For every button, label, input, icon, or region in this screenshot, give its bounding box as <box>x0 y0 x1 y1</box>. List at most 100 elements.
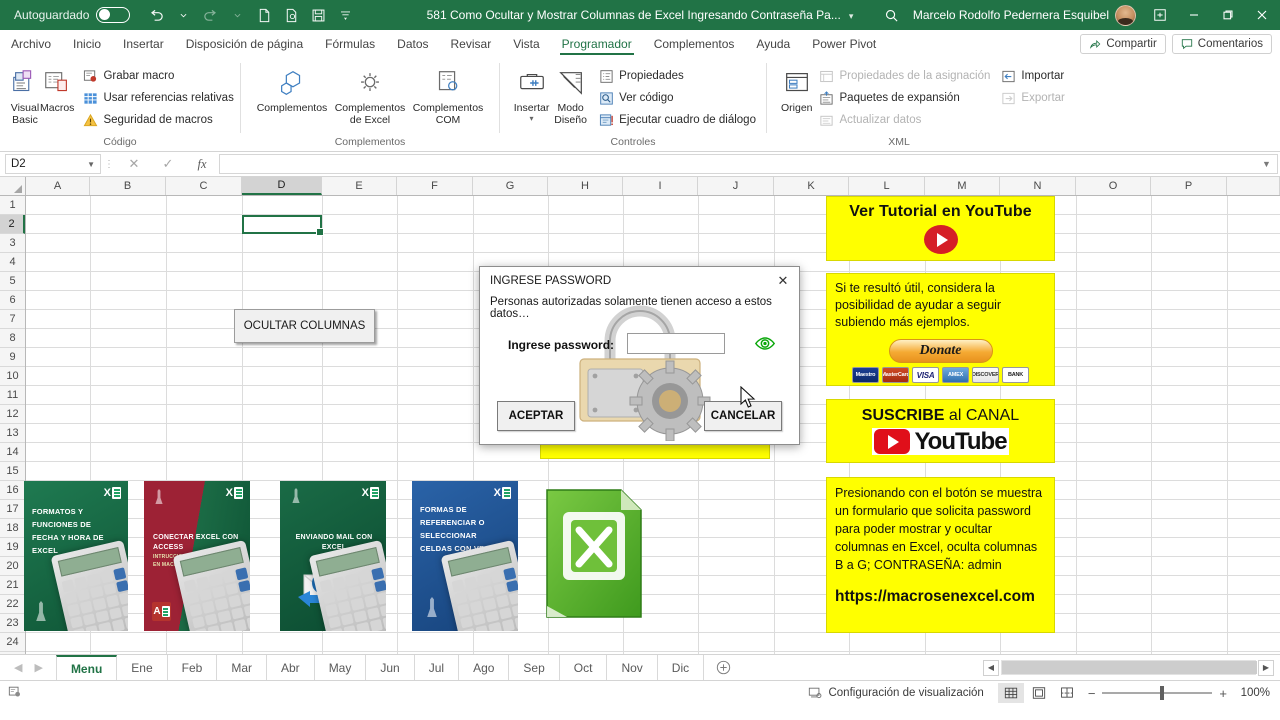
properties-button[interactable]: Propiedades <box>594 66 760 86</box>
sheet-tab-mar[interactable]: Mar <box>217 655 267 680</box>
view-code-button[interactable]: Ver código <box>594 88 760 108</box>
row-header-24[interactable]: 24 <box>0 633 25 652</box>
accept-button[interactable]: ACEPTAR <box>497 401 575 431</box>
add-ins-button[interactable]: Complementos <box>254 62 330 114</box>
tab-formulas[interactable]: Fórmulas <box>314 30 386 57</box>
row-header-14[interactable]: 14 <box>0 443 25 462</box>
tab-power-pivot[interactable]: Power Pivot <box>801 30 887 57</box>
relative-references-button[interactable]: Usar referencias relativas <box>78 88 237 108</box>
normal-view-icon[interactable] <box>998 683 1024 703</box>
selected-cell-D2[interactable] <box>242 215 322 234</box>
ocultar-columnas-button[interactable]: OCULTAR COLUMNAS <box>234 309 375 343</box>
redo-dropdown-icon[interactable] <box>225 4 249 26</box>
row-header-11[interactable]: 11 <box>0 386 25 405</box>
book-cover-formas-referenciar[interactable]: X FORMAS DE REFERENCIAR O SELECCIONAR CE… <box>412 481 518 631</box>
import-button[interactable]: Importar <box>996 66 1068 86</box>
sheet-tab-oct[interactable]: Oct <box>560 655 608 680</box>
redo-icon[interactable] <box>198 4 222 26</box>
hscroll-left-icon[interactable]: ◀ <box>983 660 999 676</box>
tab-insertar[interactable]: Insertar <box>112 30 175 57</box>
run-dialog-button[interactable]: Ejecutar cuadro de diálogo <box>594 110 760 130</box>
tab-complementos[interactable]: Complementos <box>643 30 746 57</box>
share-button[interactable]: Compartir <box>1080 34 1165 54</box>
row-header-21[interactable]: 21 <box>0 576 25 595</box>
zoom-track[interactable] <box>1102 692 1212 694</box>
name-box[interactable]: D2 ▼ <box>5 154 101 174</box>
column-header-F[interactable]: F <box>397 177 473 195</box>
row-header-18[interactable]: 18 <box>0 519 25 538</box>
row-header-12[interactable]: 12 <box>0 405 25 424</box>
insert-control-button[interactable]: Insertar ▾ <box>512 62 551 122</box>
sheet-tab-may[interactable]: May <box>315 655 367 680</box>
sheet-next-icon[interactable]: ▶ <box>34 661 42 674</box>
row-header-8[interactable]: 8 <box>0 329 25 348</box>
column-header-K[interactable]: K <box>774 177 849 195</box>
sheet-tab-dic[interactable]: Dic <box>658 655 704 680</box>
row-header-19[interactable]: 19 <box>0 538 25 557</box>
close-button[interactable] <box>1246 0 1278 30</box>
restore-button[interactable] <box>1212 0 1244 30</box>
row-header-4[interactable]: 4 <box>0 253 25 272</box>
formula-bar-grip[interactable]: ⋮ <box>101 159 117 170</box>
sheet-tab-jun[interactable]: Jun <box>366 655 414 680</box>
description-note[interactable]: Presionando con el botón se muestra un f… <box>826 477 1055 633</box>
tab-ayuda[interactable]: Ayuda <box>745 30 801 57</box>
user-name[interactable]: Marcelo Rodolfo Pedernera Esquibel <box>913 8 1113 22</box>
hscroll-right-icon[interactable]: ▶ <box>1258 660 1274 676</box>
row-header-13[interactable]: 13 <box>0 424 25 443</box>
save-icon[interactable] <box>306 4 330 26</box>
column-header-M[interactable]: M <box>925 177 1000 195</box>
tab-datos[interactable]: Datos <box>386 30 439 57</box>
row-header-7[interactable]: 7 <box>0 310 25 329</box>
sheet-tab-nov[interactable]: Nov <box>607 655 657 680</box>
password-dialog[interactable]: INGRESE PASSWORD ✕ <box>479 266 800 445</box>
excel-file-icon[interactable] <box>543 486 645 621</box>
row-header-16[interactable]: 16 <box>0 481 25 500</box>
close-icon[interactable]: ✕ <box>771 270 795 292</box>
page-layout-icon[interactable] <box>1026 683 1052 703</box>
book-cover-conectar-access[interactable]: X CONECTAR EXCEL CON ACCESS INTRUCCIONES… <box>144 481 250 631</box>
macro-security-button[interactable]: Seguridad de macros <box>78 110 237 130</box>
donate-note[interactable]: Si te resultó útil, considera la posibil… <box>826 273 1055 386</box>
row-header-10[interactable]: 10 <box>0 367 25 386</box>
hscroll-thumb[interactable] <box>1002 661 1257 674</box>
avatar[interactable] <box>1115 5 1136 26</box>
zoom-out-icon[interactable]: − <box>1088 686 1096 701</box>
search-icon[interactable] <box>873 8 911 23</box>
column-header-P[interactable]: P <box>1151 177 1227 195</box>
sheet-tab-ene[interactable]: Ene <box>117 655 167 680</box>
column-header-O[interactable]: O <box>1076 177 1151 195</box>
autosave-toggle[interactable]: Autoguardado <box>14 7 130 23</box>
column-header-E[interactable]: E <box>322 177 397 195</box>
tab-disposicion-de-pagina[interactable]: Disposición de página <box>175 30 314 57</box>
sheet-tab-menu[interactable]: Menu <box>56 655 117 680</box>
expansion-packs-button[interactable]: Paquetes de expansión <box>815 88 995 108</box>
record-macro-status-icon[interactable] <box>8 685 22 702</box>
website-url[interactable]: https://macrosenexcel.com <box>835 588 1046 606</box>
undo-dropdown-icon[interactable] <box>171 4 195 26</box>
row-header-17[interactable]: 17 <box>0 500 25 519</box>
display-settings-icon[interactable] <box>808 686 822 700</box>
row-header-3[interactable]: 3 <box>0 234 25 253</box>
new-icon[interactable] <box>252 4 276 26</box>
subscribe-note[interactable]: SUSCRIBE al CANAL YouTube <box>826 399 1055 463</box>
sheet-nav-arrows[interactable]: ◀ ▶ <box>0 655 56 680</box>
youtube-logo[interactable]: YouTube <box>872 428 1008 455</box>
ribbon-display-options-icon[interactable] <box>1144 0 1176 30</box>
tab-archivo[interactable]: Archivo <box>0 30 62 57</box>
autosave-switch[interactable] <box>96 7 130 23</box>
sheet-tab-feb[interactable]: Feb <box>168 655 218 680</box>
column-header-I[interactable]: I <box>623 177 698 195</box>
book-cover-formatos-fecha[interactable]: X FORMATOS Y FUNCIONES DE FECHA Y HORA D… <box>24 481 128 631</box>
zoom-slider[interactable]: − + 100% <box>1088 686 1270 701</box>
formula-input[interactable] <box>219 154 1256 174</box>
column-header-D[interactable]: D <box>242 177 322 195</box>
column-header-L[interactable]: L <box>849 177 925 195</box>
page-break-icon[interactable] <box>1054 683 1080 703</box>
hscroll-track[interactable] <box>1001 660 1256 675</box>
eye-icon[interactable] <box>754 336 776 356</box>
print-preview-icon[interactable] <box>279 4 303 26</box>
horizontal-scrollbar[interactable]: ◀ ▶ <box>983 655 1280 680</box>
youtube-play-icon[interactable] <box>924 225 958 254</box>
confirm-icon[interactable]: ✓ <box>151 156 185 172</box>
